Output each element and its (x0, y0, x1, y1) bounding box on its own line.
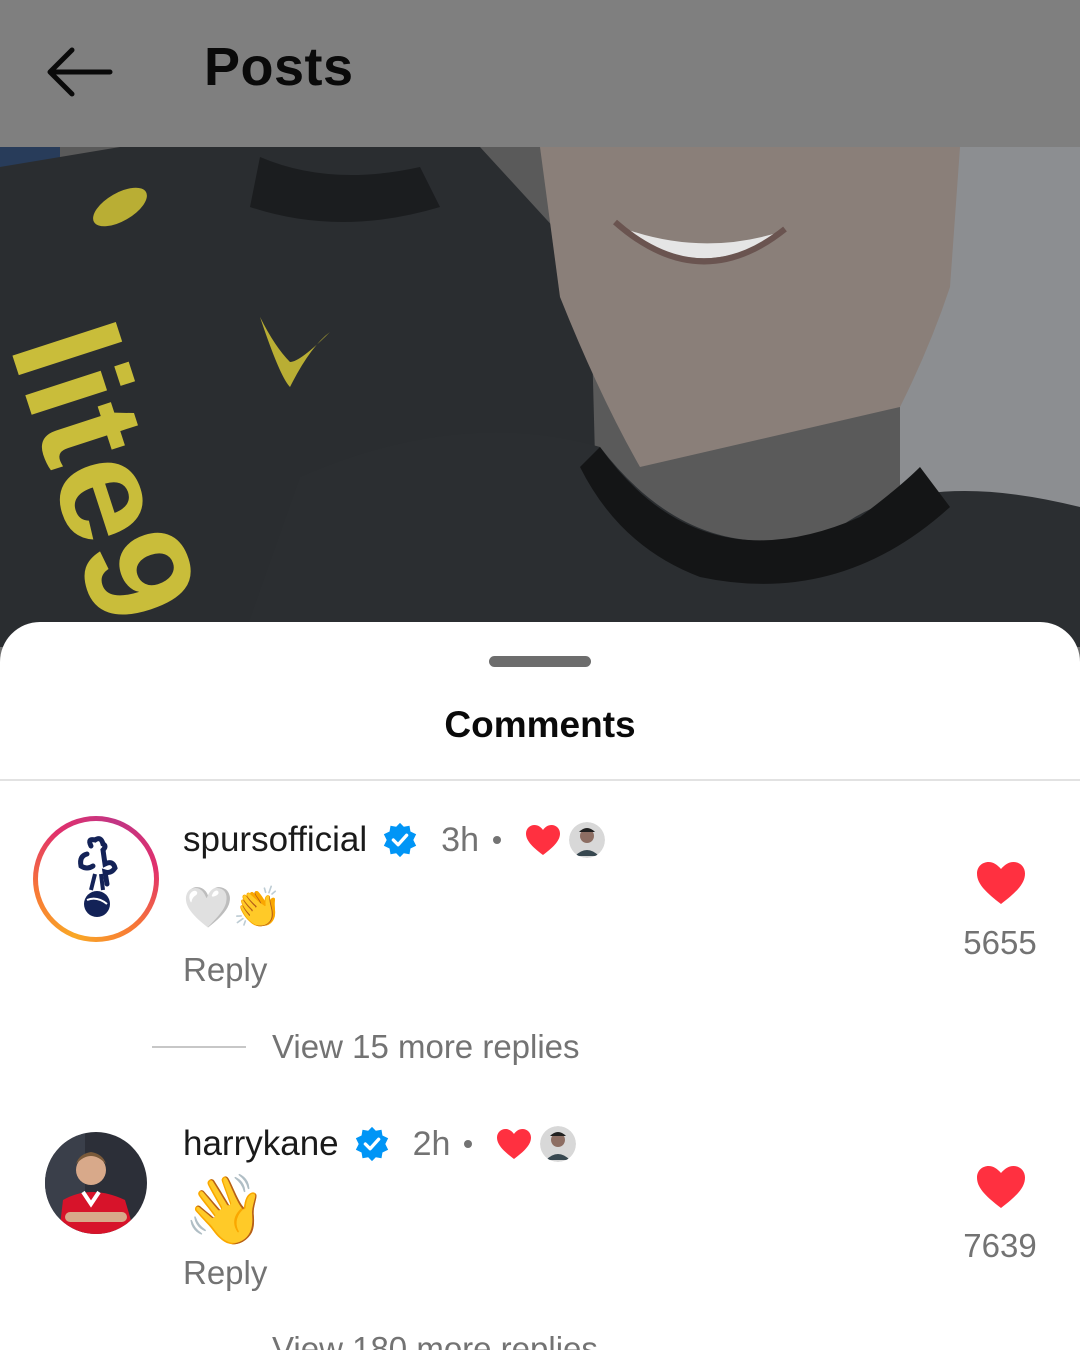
like-heart-icon[interactable] (975, 1164, 1027, 1210)
verified-badge-icon (355, 1126, 388, 1162)
separator-dot (493, 836, 501, 844)
comment-text: 🤍👏 (183, 886, 283, 930)
view-more-replies-label[interactable]: View 180 more replies (272, 1330, 598, 1350)
comments-sheet: Comments spursofficial 3h 🤍👏 Reply 5655 … (0, 622, 1080, 1350)
author-avatar-icon (569, 822, 605, 858)
view-more-replies-label[interactable]: View 15 more replies (272, 1028, 580, 1066)
avatar[interactable] (45, 1132, 147, 1234)
comment-item: spursofficial 3h 🤍👏 Reply 5655 View 15 m… (0, 810, 1080, 1065)
like-count: 7639 (963, 1227, 1037, 1264)
author-avatar-icon (540, 1126, 577, 1162)
view-more-replies[interactable]: View 15 more replies (152, 1028, 580, 1066)
page-title: Posts (204, 37, 354, 97)
harrykane-photo (45, 1132, 147, 1234)
post-photo: lite9 (0, 147, 1080, 647)
like-count: 5655 (963, 924, 1037, 961)
sheet-drag-handle[interactable] (489, 656, 591, 667)
view-more-replies[interactable]: View 180 more replies (152, 1330, 598, 1350)
avatar[interactable] (33, 816, 159, 942)
comment-time: 2h (412, 1124, 451, 1163)
username[interactable]: spursofficial (183, 820, 367, 860)
comment-header: spursofficial 3h (183, 820, 605, 860)
reply-button[interactable]: Reply (183, 951, 267, 989)
comments-title: Comments (444, 704, 636, 745)
back-button[interactable] (38, 40, 118, 104)
username[interactable]: harrykane (183, 1124, 339, 1164)
like-heart-icon[interactable] (975, 860, 1027, 906)
top-header: Posts (0, 0, 1080, 147)
comment-time: 3h (441, 820, 479, 859)
liked-by-author-heart-icon (526, 825, 560, 855)
comment-text: 👋 (183, 1172, 268, 1248)
liked-by-author-heart-icon (497, 1129, 532, 1159)
comment-header: harrykane 2h (183, 1124, 577, 1164)
replies-line (152, 1046, 246, 1048)
instagram-post-screen: lite9 Posts Comments spursofficial 3h 🤍👏… (0, 0, 1080, 1350)
verified-badge-icon (384, 822, 417, 858)
arrow-left-icon (47, 47, 113, 97)
separator-dot (464, 1140, 473, 1148)
reply-button[interactable]: Reply (183, 1254, 267, 1292)
divider (0, 779, 1080, 781)
comment-item: harrykane 2h 👋 Reply 7639 View 180 more … (0, 1114, 1080, 1350)
spurs-cockerel-logo (78, 836, 118, 917)
